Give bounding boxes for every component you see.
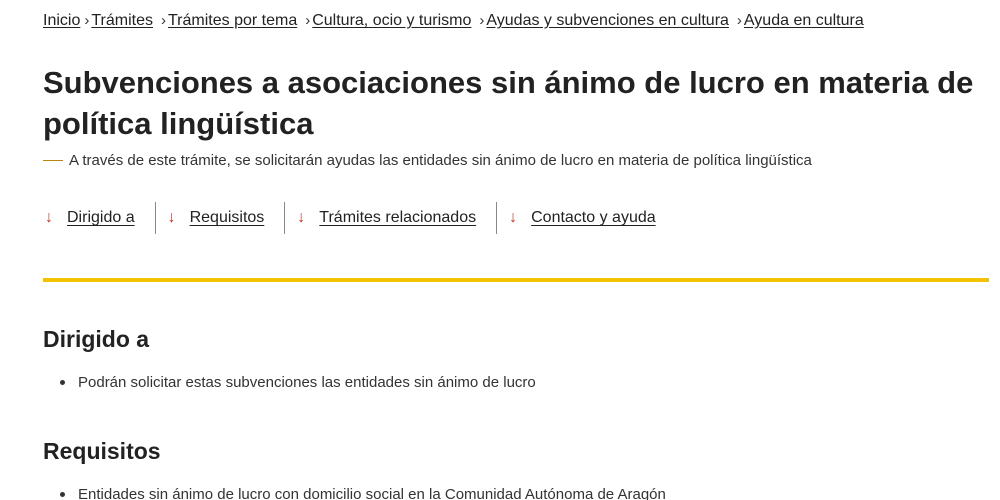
breadcrumb-item-inicio[interactable]: Inicio (43, 12, 80, 30)
chevron-right-icon: › (736, 12, 742, 29)
arrow-down-icon: ↓ (297, 209, 306, 226)
dirigido-list: Podrán solicitar estas subvenciones las … (60, 374, 536, 391)
breadcrumb-item-ayudas[interactable]: Ayudas y subvenciones en cultura (486, 12, 729, 30)
page-subtitle: A través de este trámite, se solicitarán… (43, 152, 812, 169)
list-item-text: Entidades sin ánimo de lucro con domicil… (78, 486, 666, 500)
list-item: Entidades sin ánimo de lucro con domicil… (60, 486, 666, 500)
anchor-nav: ↓ Dirigido a ↓ Requisitos ↓ Trámites rel… (43, 202, 676, 234)
anchor-requisitos-link[interactable]: Requisitos (190, 209, 265, 227)
breadcrumb-item-cultura[interactable]: Cultura, ocio y turismo (312, 12, 471, 30)
bullet-icon (60, 492, 65, 497)
arrow-down-icon: ↓ (45, 209, 53, 226)
anchor-dirigido[interactable]: ↓ Dirigido a (43, 202, 155, 234)
page: Inicio › Trámites › Trámites por tema › … (0, 0, 1000, 500)
list-item: Podrán solicitar estas subvenciones las … (60, 374, 536, 391)
list-item-text: Podrán solicitar estas subvenciones las … (78, 374, 536, 391)
arrow-down-icon: ↓ (167, 209, 176, 226)
breadcrumb-item-tramites-por-tema[interactable]: Trámites por tema (168, 12, 297, 30)
anchor-dirigido-link[interactable]: Dirigido a (67, 209, 135, 227)
section-title-requisitos: Requisitos (43, 438, 161, 464)
anchor-contacto-link[interactable]: Contacto y ayuda (531, 209, 656, 227)
page-subtitle-text: A través de este trámite, se solicitarán… (69, 152, 812, 169)
section-title-dirigido: Dirigido a (43, 326, 150, 352)
dash-icon (43, 160, 63, 161)
section-divider (43, 278, 989, 282)
chevron-right-icon: › (161, 12, 166, 29)
arrow-down-icon: ↓ (509, 209, 518, 226)
chevron-right-icon: › (305, 12, 311, 29)
anchor-requisitos[interactable]: ↓ Requisitos (154, 202, 285, 234)
breadcrumb-item-ayuda-cultura[interactable]: Ayuda en cultura (744, 12, 864, 30)
bullet-icon (60, 380, 65, 385)
anchor-tramites-relacionados-link[interactable]: Trámites relacionados (319, 209, 476, 227)
breadcrumb-item-tramites[interactable]: Trámites (91, 12, 153, 30)
chevron-right-icon: › (479, 12, 485, 29)
chevron-right-icon: › (84, 12, 90, 29)
breadcrumb: Inicio › Trámites › Trámites por tema › … (43, 12, 864, 30)
requisitos-list: Entidades sin ánimo de lucro con domicil… (60, 486, 666, 500)
anchor-tramites-relacionados[interactable]: ↓ Trámites relacionados (284, 202, 496, 234)
anchor-contacto[interactable]: ↓ Contacto y ayuda (496, 202, 676, 234)
page-title: Subvenciones a asociaciones sin ánimo de… (43, 65, 974, 141)
